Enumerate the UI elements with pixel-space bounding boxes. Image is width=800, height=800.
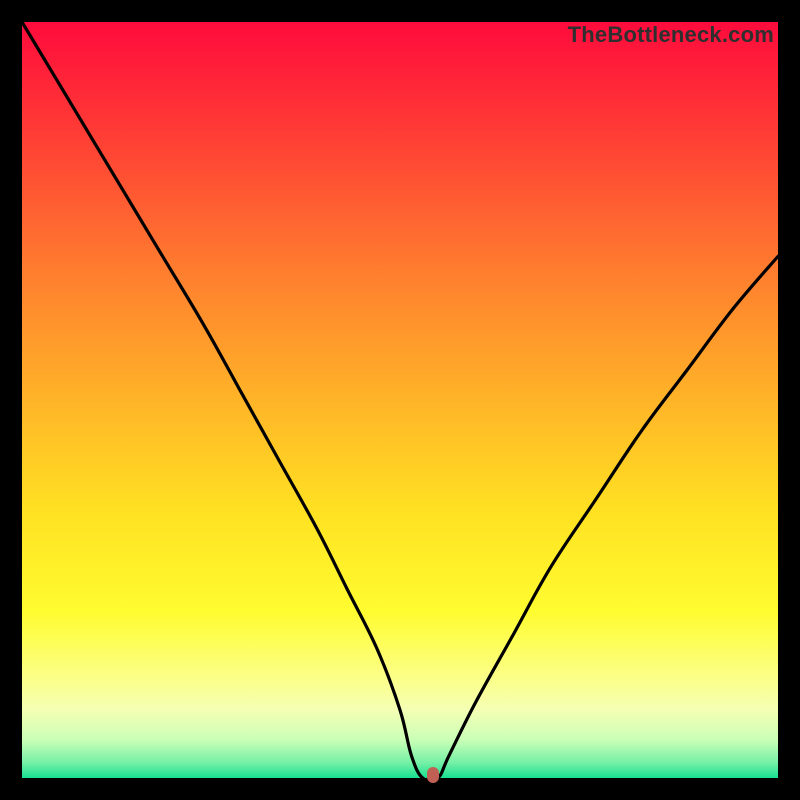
chart-frame: TheBottleneck.com bbox=[0, 0, 800, 800]
optimum-marker bbox=[427, 767, 439, 783]
plot-area: TheBottleneck.com bbox=[22, 22, 778, 778]
bottleneck-curve bbox=[22, 22, 778, 778]
